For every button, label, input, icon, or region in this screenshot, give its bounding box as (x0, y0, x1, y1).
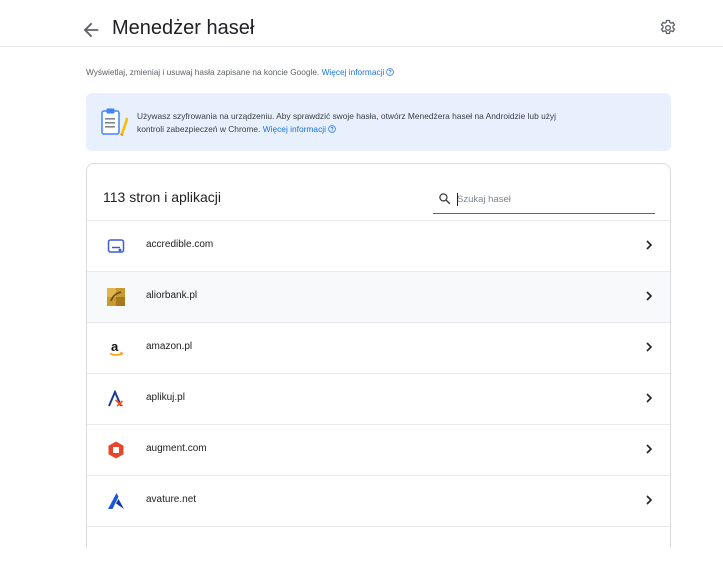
password-list: accredible.com aliorbank.pl a amazon.pl (87, 220, 670, 577)
banner-message: Używasz szyfrowania na urządzeniu. Aby s… (137, 110, 657, 136)
chevron-right-icon (646, 240, 653, 250)
accredible-logo-icon (107, 239, 125, 253)
intro-text: Wyświetlaj, zmieniaj i usuwaj hasła zapi… (86, 67, 395, 77)
site-domain: aplikuj.pl (146, 392, 185, 403)
search-input[interactable] (457, 189, 647, 209)
password-row-amazon[interactable]: a amazon.pl (87, 322, 670, 373)
chevron-right-icon (646, 291, 653, 301)
amazon-logo-icon: a (109, 339, 124, 356)
back-arrow-icon[interactable] (80, 19, 102, 41)
help-icon (328, 125, 336, 133)
password-row-avature[interactable]: avature.net (87, 475, 670, 526)
chevron-right-icon (646, 393, 653, 403)
clipboard-checklist-icon (101, 108, 128, 136)
password-row-aliorbank[interactable]: aliorbank.pl (87, 271, 670, 322)
svg-text:a: a (111, 339, 119, 354)
banner-line-1: Używasz szyfrowania na urządzeniu. Aby s… (137, 111, 556, 121)
text-caret (457, 193, 458, 206)
chevron-right-icon (646, 444, 653, 454)
help-icon (386, 68, 395, 76)
password-row-partial[interactable] (87, 526, 670, 577)
page-title: Menedżer haseł (112, 17, 255, 39)
search-box[interactable] (433, 186, 655, 214)
banner-line-2: kontroli zabezpieczeń w Chrome. (137, 124, 261, 134)
password-row-aplikuj[interactable]: aplikuj.pl (87, 373, 670, 424)
augment-logo-icon (108, 441, 124, 459)
passwords-card: 113 stron i aplikacji accredible.com (86, 163, 671, 577)
banner-learn-more-link[interactable]: Więcej informacji (263, 124, 326, 134)
sites-count: 113 stron i aplikacji (103, 189, 222, 205)
site-domain: accredible.com (146, 239, 214, 250)
learn-more-link[interactable]: Więcej informacji (322, 67, 385, 77)
password-row-augment[interactable]: augment.com (87, 424, 670, 475)
aliorbank-logo-icon (107, 288, 125, 306)
site-domain: amazon.pl (146, 341, 193, 352)
top-bar: Menedżer haseł (0, 0, 723, 47)
site-domain: aliorbank.pl (146, 290, 198, 301)
gear-icon[interactable] (658, 18, 678, 38)
site-domain: avature.net (146, 494, 197, 505)
aplikuj-logo-icon (108, 390, 124, 407)
chevron-right-icon (646, 495, 653, 505)
search-icon (439, 193, 451, 205)
intro-description: Wyświetlaj, zmieniaj i usuwaj hasła zapi… (86, 67, 320, 77)
site-domain: augment.com (146, 443, 207, 454)
password-row-accredible[interactable]: accredible.com (87, 220, 670, 271)
chevron-right-icon (646, 342, 653, 352)
encryption-banner: Używasz szyfrowania na urządzeniu. Aby s… (86, 93, 671, 151)
avature-logo-icon (108, 493, 124, 509)
